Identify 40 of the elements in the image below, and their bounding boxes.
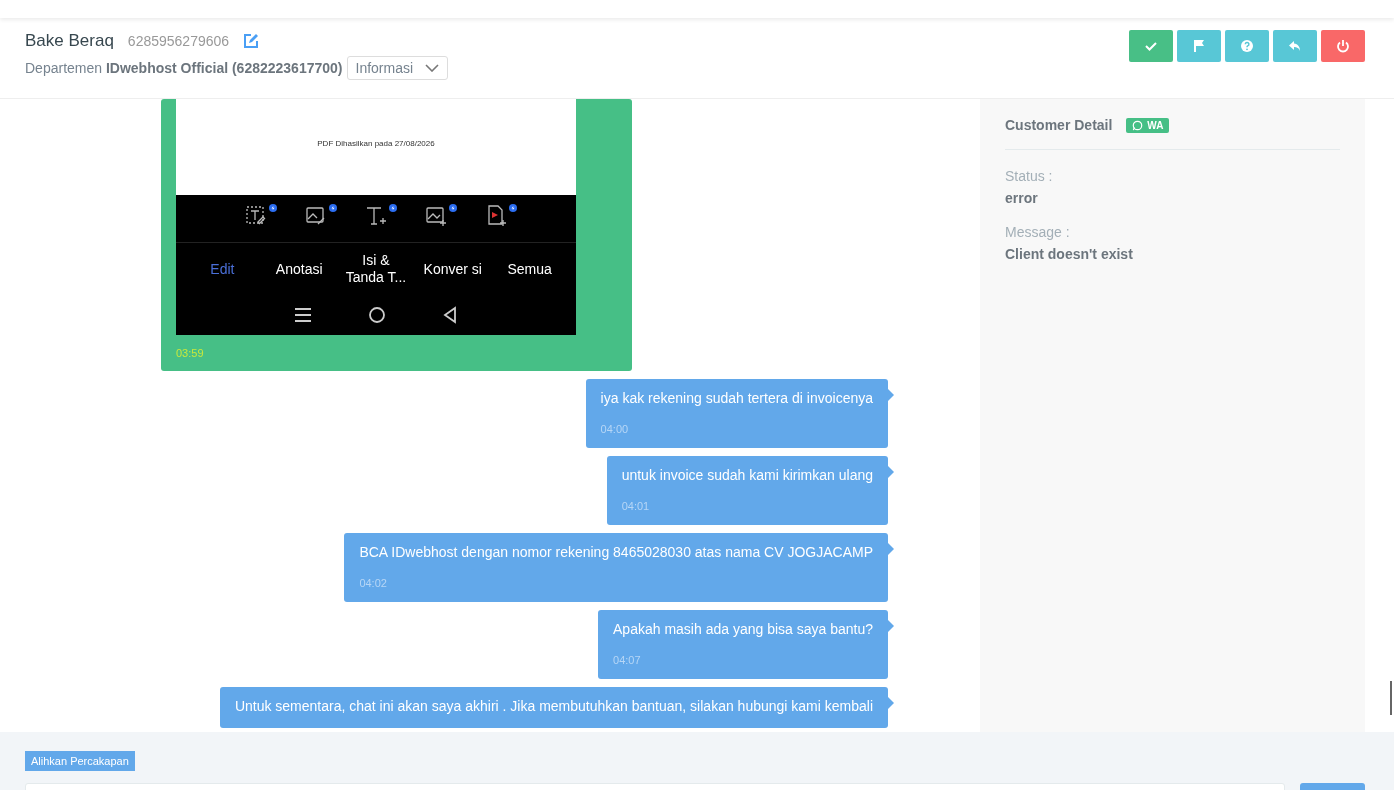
panel-title: Customer Detail <box>1005 117 1113 133</box>
message-time: 04:00 <box>600 423 630 435</box>
home-icon[interactable] <box>368 306 386 324</box>
app-tab[interactable]: Isi & Tanda T... <box>345 252 407 286</box>
message-text: iya kak rekening sudah tertera di invoicenya <box>600 390 873 407</box>
help-button[interactable] <box>1225 30 1269 62</box>
message-text: Apakah masih ada yang bisa saya bantu? <box>613 621 873 638</box>
field-value: error <box>1005 190 1039 206</box>
pdf-caption: PDF Dihasilkan pada 27/08/2026 <box>317 139 435 149</box>
flag-button[interactable] <box>1177 30 1221 62</box>
check-button[interactable] <box>1129 30 1173 62</box>
message-time: 04:02 <box>359 577 388 589</box>
chat-icon <box>1132 119 1144 131</box>
contact-name: Bake Beraq <box>25 31 114 51</box>
field-value: Client doesn't exist <box>1005 246 1134 262</box>
message-text: untuk invoice sudah kami kirimkan ulang <box>621 467 873 484</box>
field-label: Status : <box>1005 168 1054 184</box>
reply-button[interactable] <box>1273 30 1317 62</box>
message-time: 04:07 <box>613 654 642 666</box>
app-tab[interactable]: Konver si <box>421 260 484 278</box>
field-label: Message : <box>1005 224 1071 240</box>
app-tab[interactable]: Anotasi <box>268 260 331 278</box>
flag-icon <box>1191 38 1207 54</box>
power-button[interactable] <box>1321 30 1365 62</box>
app-tab[interactable]: Edit <box>191 260 254 278</box>
message-time: 04:01 <box>621 500 651 512</box>
message-text: Untuk sementara, chat ini akan saya akhiri . Jika membutuhkan bantuan, silakan hubungi kami kembali <box>234 698 873 715</box>
power-icon <box>1335 38 1351 54</box>
department-text: Departemen IDwebhost Official (6282223617700) <box>25 60 343 76</box>
message-text: BCA IDwebhost dengan nomor rekening 8465028030 atas nama CV JOGJACAMP <box>359 544 873 561</box>
message-time: 03:59 <box>176 347 205 359</box>
channel-badge: WA <box>1126 117 1170 133</box>
chevron-icon <box>425 64 440 72</box>
back-icon[interactable] <box>442 306 458 324</box>
category-select[interactable]: Informasi <box>346 56 449 80</box>
app-tab[interactable]: Semua <box>498 260 561 278</box>
menu-icon[interactable] <box>294 307 312 323</box>
edit-icon[interactable] <box>243 33 260 49</box>
help-icon <box>1239 38 1255 54</box>
phone-number: 6285956279606 <box>127 33 230 49</box>
